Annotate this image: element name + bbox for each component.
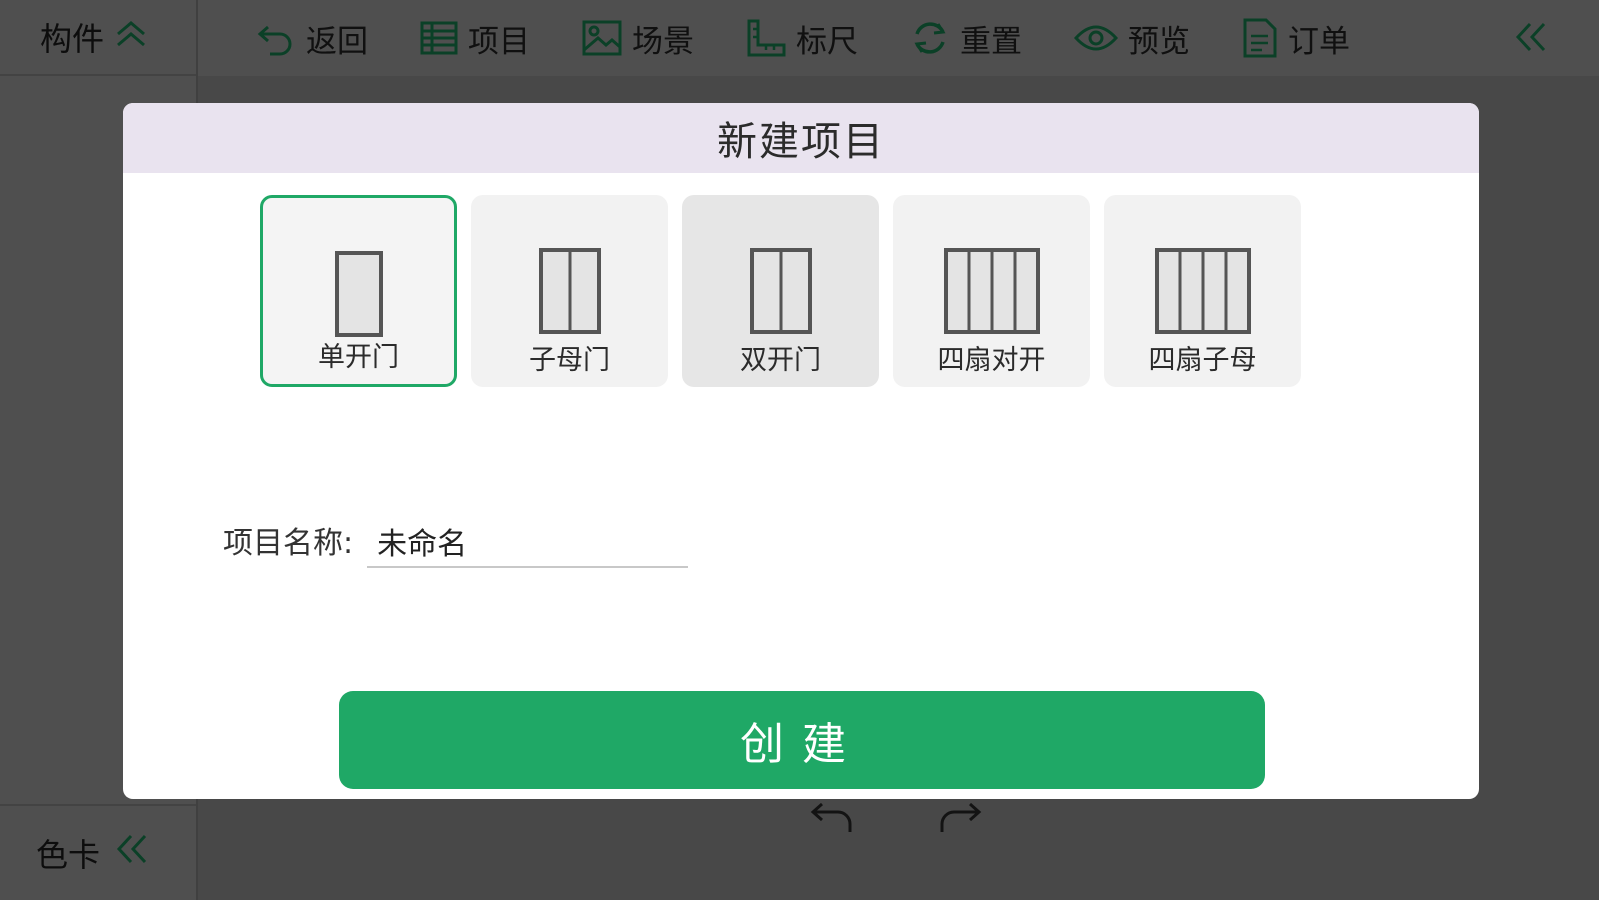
door-type-card[interactable]: 四扇对开 xyxy=(893,195,1090,387)
project-name-row: 项目名称: xyxy=(223,518,689,568)
dialog-header: 新建项目 xyxy=(123,103,1479,173)
double-door-icon xyxy=(749,247,813,335)
door-type-card[interactable]: 双开门 xyxy=(682,195,879,387)
four-leaf-mother-son-door-icon xyxy=(1154,247,1252,335)
door-type-card[interactable]: 单开门 xyxy=(260,195,457,387)
door-type-card[interactable]: 子母门 xyxy=(471,195,668,387)
door-type-label: 双开门 xyxy=(740,345,821,376)
door-type-label: 四扇子母 xyxy=(1148,345,1257,376)
new-project-dialog: 新建项目 单开门 子母门 双开门 四扇对开 四扇子母 项目名称: 创建 xyxy=(123,103,1479,799)
mother-son-door-icon xyxy=(538,247,602,335)
door-type-label: 单开门 xyxy=(318,342,399,373)
door-type-label: 四扇对开 xyxy=(937,345,1046,376)
project-name-input[interactable] xyxy=(367,523,689,568)
single-door-icon xyxy=(334,250,384,338)
door-type-list: 单开门 子母门 双开门 四扇对开 四扇子母 xyxy=(260,195,1301,387)
door-type-card[interactable]: 四扇子母 xyxy=(1104,195,1301,387)
project-name-label: 项目名称: xyxy=(223,526,354,561)
create-button[interactable]: 创建 xyxy=(339,691,1265,789)
door-type-label: 子母门 xyxy=(529,345,610,376)
four-leaf-double-door-icon xyxy=(943,247,1041,335)
dialog-title: 新建项目 xyxy=(717,119,885,165)
